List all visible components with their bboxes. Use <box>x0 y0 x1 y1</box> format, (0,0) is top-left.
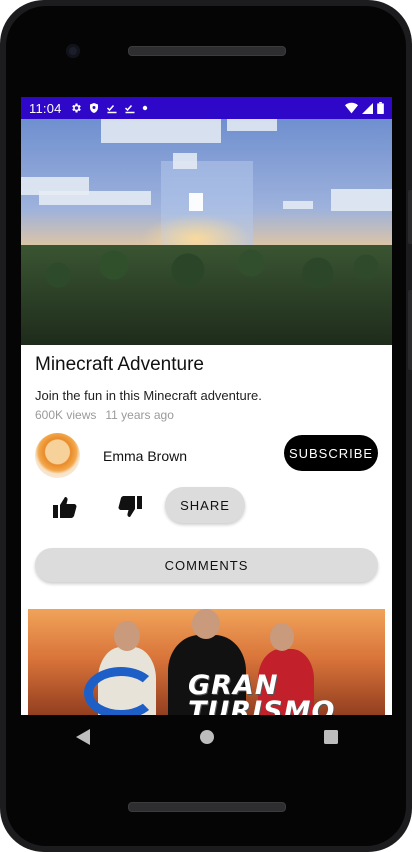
comments-button[interactable]: COMMENTS <box>35 548 378 582</box>
cloud <box>283 201 313 209</box>
shield-icon <box>88 102 100 114</box>
task-check-icon <box>124 102 136 114</box>
volume-button <box>408 290 412 370</box>
driver-head <box>270 623 294 651</box>
subscribe-button[interactable]: SUBSCRIBE <box>284 435 378 471</box>
channel-avatar[interactable] <box>35 433 80 478</box>
cell-signal-icon <box>362 102 373 114</box>
thumbs-down-icon[interactable] <box>118 496 142 518</box>
status-time: 11:04 <box>29 100 62 116</box>
view-count: 600K views <box>35 408 97 422</box>
task-check-icon <box>106 102 118 114</box>
channel-name[interactable]: Emma Brown <box>103 448 187 464</box>
upload-age: 11 years ago <box>105 408 174 422</box>
video-player[interactable] <box>21 119 392 345</box>
actions-row: SHARE <box>35 484 378 534</box>
cloud <box>173 153 197 169</box>
top-speaker <box>128 46 286 56</box>
driver-head <box>114 621 140 651</box>
share-button[interactable]: SHARE <box>165 487 245 523</box>
navigation-bar <box>21 715 392 759</box>
gear-icon <box>70 102 82 114</box>
phone-frame: 11:04 Minecraft Adventure Join the fun i… <box>0 0 412 852</box>
bottom-speaker <box>128 802 286 812</box>
driver-head <box>192 609 220 639</box>
cloud <box>331 189 392 211</box>
power-button <box>408 190 412 244</box>
home-circle-icon[interactable] <box>199 729 215 745</box>
forest-terrain <box>21 245 392 345</box>
video-description: Join the fun in this Minecraft adventure… <box>35 388 262 403</box>
cloud <box>227 119 277 131</box>
status-bar: 11:04 <box>21 97 392 119</box>
cloud <box>39 191 151 205</box>
app-screen: 11:04 Minecraft Adventure Join the fun i… <box>21 97 392 715</box>
front-camera <box>66 44 80 58</box>
back-triangle-icon[interactable] <box>75 729 90 745</box>
cloud <box>101 119 221 143</box>
battery-icon <box>377 102 384 114</box>
dot-icon <box>142 105 148 111</box>
video-title: Minecraft Adventure <box>35 354 204 375</box>
sun-block <box>189 193 203 211</box>
thumbs-up-icon[interactable] <box>53 496 77 518</box>
wifi-icon <box>345 102 358 114</box>
recents-square-icon[interactable] <box>323 730 338 744</box>
next-video-thumbnail[interactable]: GRAN TURISMO <box>28 609 385 715</box>
gt-logo <box>84 667 158 715</box>
thumbnail-title-line2: TURISMO <box>188 696 336 715</box>
channel-row: Emma Brown SUBSCRIBE <box>35 428 378 488</box>
